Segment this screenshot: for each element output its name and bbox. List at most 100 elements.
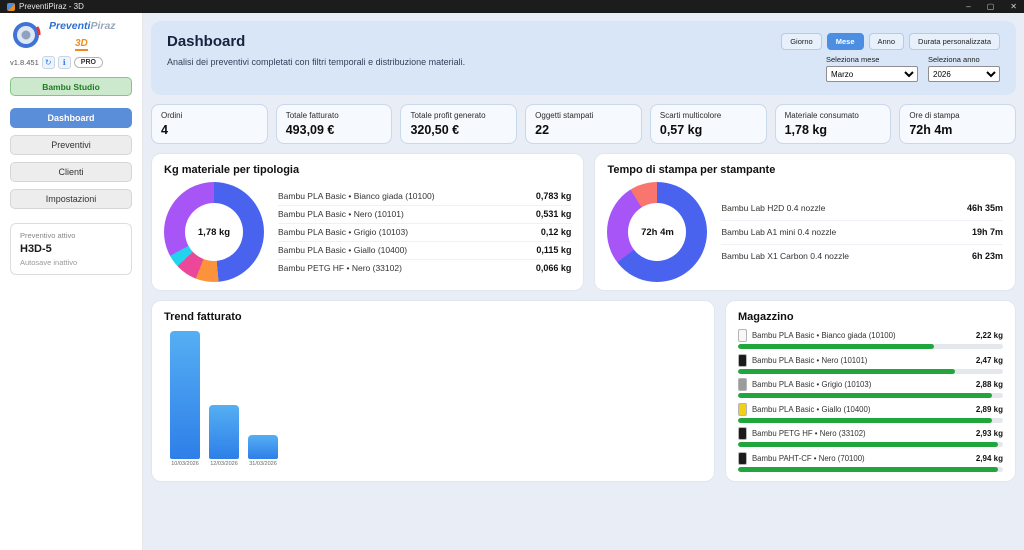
stat-card-fatturato: Totale fatturato 493,09 € bbox=[276, 104, 393, 144]
sidebar-item-preventivi[interactable]: Preventivi bbox=[10, 135, 132, 155]
legend-row: Bambu PLA Basic • Bianco giada (10100) 0… bbox=[278, 188, 571, 206]
month-select[interactable]: Marzo bbox=[826, 66, 918, 82]
stats-row: Ordini 4 Totale fatturato 493,09 € Total… bbox=[151, 104, 1016, 144]
legend-row: Bambu Lab A1 mini 0.4 nozzle 19h 7m bbox=[721, 221, 1003, 245]
stock-progress-fill bbox=[738, 418, 992, 423]
stat-card-ore: Ore di stampa 72h 4m bbox=[899, 104, 1016, 144]
stock-progress-track bbox=[738, 369, 1003, 374]
stock-progress-track bbox=[738, 418, 1003, 423]
autosave-status: Autosave inattivo bbox=[20, 258, 122, 267]
sidebar-nav: Dashboard Preventivi Clienti Impostazion… bbox=[10, 108, 132, 209]
active-quote-code: H3D-5 bbox=[20, 243, 122, 255]
brand-text: PreventiPiraz bbox=[49, 21, 116, 33]
material-chart-card: Kg materiale per tipologia 1,78 kg Bambu… bbox=[151, 153, 584, 291]
filament-color-chip bbox=[738, 354, 747, 367]
filament-color-chip bbox=[738, 329, 747, 342]
filter-giorno-button[interactable]: Giorno bbox=[781, 33, 822, 50]
inventory-item: Bambu PLA Basic • Grigio (10103) 2,88 kg bbox=[738, 378, 1003, 398]
trend-bar bbox=[209, 405, 239, 459]
sidebar-item-impostazioni[interactable]: Impostazioni bbox=[10, 189, 132, 209]
filter-anno-button[interactable]: Anno bbox=[869, 33, 905, 50]
app-window: PreventiPiraz - 3D – ▢ ✕ PreventiPiraz 3… bbox=[0, 0, 1024, 550]
inventory-item: Bambu PAHT-CF • Nero (70100) 2,94 kg bbox=[738, 452, 1003, 472]
stock-progress-fill bbox=[738, 442, 998, 447]
stat-card-ordini: Ordini 4 bbox=[151, 104, 268, 144]
info-button[interactable]: ℹ bbox=[58, 56, 71, 69]
printer-donut-chart: 72h 4m bbox=[607, 182, 707, 282]
inventory-card: Magazzino Bambu PLA Basic • Bianco giada… bbox=[725, 300, 1016, 482]
trend-bar bbox=[170, 331, 200, 459]
titlebar: PreventiPiraz - 3D – ▢ ✕ bbox=[0, 0, 1024, 13]
window-title: PreventiPiraz - 3D bbox=[19, 2, 84, 11]
sidebar-item-clienti[interactable]: Clienti bbox=[10, 162, 132, 182]
inventory-item: Bambu PETG HF • Nero (33102) 2,93 kg bbox=[738, 427, 1003, 447]
inventory-list: Bambu PLA Basic • Bianco giada (10100) 2… bbox=[738, 329, 1003, 472]
material-legend: Bambu PLA Basic • Bianco giada (10100) 0… bbox=[278, 188, 571, 277]
stock-progress-track bbox=[738, 442, 1003, 447]
month-select-label: Seleziona mese bbox=[826, 55, 918, 64]
material-chart-title: Kg materiale per tipologia bbox=[164, 164, 571, 176]
printer-chart-title: Tempo di stampa per stampante bbox=[607, 164, 1003, 176]
spool-logo-icon bbox=[10, 21, 44, 51]
inventory-item: Bambu PLA Basic • Nero (10101) 2,47 kg bbox=[738, 354, 1003, 374]
active-quote-box: Preventivo attivo H3D-5 Autosave inattiv… bbox=[10, 223, 132, 275]
active-quote-label: Preventivo attivo bbox=[20, 231, 122, 240]
minimize-button[interactable]: – bbox=[966, 2, 970, 11]
stock-progress-fill bbox=[738, 467, 998, 472]
stat-card-materiale: Materiale consumato 1,78 kg bbox=[775, 104, 892, 144]
filament-color-chip bbox=[738, 452, 747, 465]
legend-row: Bambu Lab X1 Carbon 0.4 nozzle 6h 23m bbox=[721, 245, 1003, 268]
close-button[interactable]: ✕ bbox=[1010, 2, 1017, 11]
printer-donut-center: 72h 4m bbox=[628, 203, 686, 261]
inventory-title: Magazzino bbox=[738, 311, 1003, 323]
stat-card-oggetti: Oggetti stampati 22 bbox=[525, 104, 642, 144]
app-logo: PreventiPiraz 3D bbox=[10, 21, 132, 51]
filter-mese-button[interactable]: Mese bbox=[827, 33, 864, 50]
year-select-label: Seleziona anno bbox=[928, 55, 1000, 64]
stock-progress-track bbox=[738, 393, 1003, 398]
app-icon bbox=[7, 3, 15, 11]
legend-row: Bambu PLA Basic • Grigio (10103) 0,12 kg bbox=[278, 224, 571, 242]
stat-card-profit: Totale profit generato 320,50 € bbox=[400, 104, 517, 144]
trend-x-axis: 10/03/2026 12/03/2026 31/03/2026 bbox=[164, 461, 702, 467]
brand-3d-badge: 3D bbox=[75, 38, 88, 51]
legend-row: Bambu PETG HF • Nero (33102) 0,066 kg bbox=[278, 260, 571, 277]
printer-chart-card: Tempo di stampa per stampante 72h 4m Bam… bbox=[594, 153, 1016, 291]
filament-color-chip bbox=[738, 403, 747, 416]
year-select[interactable]: 2026 bbox=[928, 66, 1000, 82]
period-filter-group: Giorno Mese Anno Durata personalizzata bbox=[781, 33, 1000, 50]
version-label: v1.8.451 bbox=[10, 58, 39, 67]
inventory-item: Bambu PLA Basic • Giallo (10400) 2,89 kg bbox=[738, 403, 1003, 423]
filament-color-chip bbox=[738, 378, 747, 391]
filter-durata-button[interactable]: Durata personalizzata bbox=[909, 33, 1000, 50]
stock-progress-fill bbox=[738, 344, 934, 349]
page-title: Dashboard bbox=[167, 33, 465, 50]
inventory-item: Bambu PLA Basic • Bianco giada (10100) 2… bbox=[738, 329, 1003, 349]
refresh-icon: ↻ bbox=[45, 58, 52, 67]
legend-row: Bambu Lab H2D 0.4 nozzle 46h 35m bbox=[721, 197, 1003, 221]
legend-row: Bambu PLA Basic • Nero (10101) 0,531 kg bbox=[278, 206, 571, 224]
update-button[interactable]: ↻ bbox=[42, 56, 55, 69]
printer-legend: Bambu Lab H2D 0.4 nozzle 46h 35m Bambu L… bbox=[721, 197, 1003, 268]
stock-progress-track bbox=[738, 467, 1003, 472]
legend-row: Bambu PLA Basic • Giallo (10400) 0,115 k… bbox=[278, 242, 571, 260]
material-donut-chart: 1,78 kg bbox=[164, 182, 264, 282]
trend-chart-title: Trend fatturato bbox=[164, 311, 702, 323]
info-icon: ℹ bbox=[63, 58, 66, 67]
material-donut-center: 1,78 kg bbox=[185, 203, 243, 261]
stock-progress-track bbox=[738, 344, 1003, 349]
main-content: Dashboard Analisi dei preventivi complet… bbox=[143, 13, 1024, 550]
sidebar: PreventiPiraz 3D v1.8.451 ↻ ℹ PRO Bambu … bbox=[0, 13, 143, 550]
trend-bar bbox=[248, 435, 278, 459]
maximize-button[interactable]: ▢ bbox=[987, 2, 995, 11]
trend-chart-card: Trend fatturato 10/03/2026 12/03/2026 31… bbox=[151, 300, 715, 482]
trend-bar-chart bbox=[164, 331, 702, 459]
stock-progress-fill bbox=[738, 393, 992, 398]
stat-card-scarti: Scarti multicolore 0,57 kg bbox=[650, 104, 767, 144]
bambu-studio-button[interactable]: Bambu Studio bbox=[10, 77, 132, 96]
dashboard-header: Dashboard Analisi dei preventivi complet… bbox=[151, 21, 1016, 95]
stock-progress-fill bbox=[738, 369, 955, 374]
sidebar-item-dashboard[interactable]: Dashboard bbox=[10, 108, 132, 128]
page-subtitle: Analisi dei preventivi completati con fi… bbox=[167, 57, 465, 67]
pro-badge: PRO bbox=[74, 57, 103, 68]
